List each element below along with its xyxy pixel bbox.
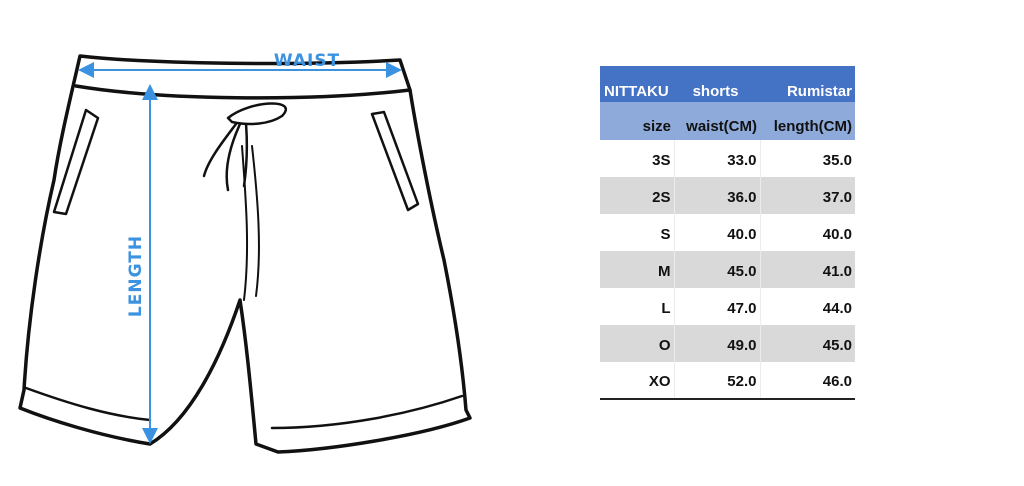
cell-waist: 40.0 [674, 214, 761, 251]
table-row: L 47.0 44.0 [600, 288, 855, 325]
cell-size: 3S [600, 140, 675, 177]
table-brand-row: NITTAKU shorts Rumistar [600, 66, 855, 102]
cell-length: 35.0 [822, 152, 852, 169]
cell-waist: 52.0 [674, 362, 761, 400]
table-row: 3S 33.0 35.0 [600, 140, 855, 177]
cell-length: 40.0 [822, 226, 852, 243]
header-length: length(CM) [760, 102, 855, 140]
cell-length: 44.0 [822, 300, 852, 317]
cell-waist: 49.0 [674, 325, 761, 362]
cell-size: XO [600, 362, 675, 400]
table-row: S 40.0 40.0 [600, 214, 855, 251]
header-size: size [600, 102, 674, 140]
table-row: O 49.0 45.0 [600, 325, 855, 362]
header-waist: waist(CM) [674, 102, 760, 140]
cell-length: 41.0 [760, 251, 855, 288]
cell-length: 46.0 [760, 362, 855, 400]
cell-size: S [600, 214, 675, 251]
cell-waist: 47.0 [674, 288, 761, 325]
cell-size: 2S [600, 177, 675, 214]
shorts-drawing [18, 54, 472, 454]
table-row: XO 52.0 46.0 [600, 362, 855, 400]
cell-waist: 36.0 [674, 177, 761, 214]
size-chart-table: NITTAKU shorts Rumistar size waist(CM) l… [600, 66, 855, 400]
cell-waist: 45.0 [674, 251, 761, 288]
cell-size: L [600, 288, 675, 325]
waist-label: WAIST [274, 51, 340, 71]
cell-waist: 33.0 [674, 140, 761, 177]
shorts-measurement-diagram: WAIST LENGTH [18, 51, 472, 454]
table-row: 2S 36.0 37.0 [600, 177, 855, 214]
brand-name-secondary: Rumistar [760, 66, 855, 102]
table-row: M 45.0 41.0 [600, 251, 855, 288]
cell-length: 37.0 [760, 177, 855, 214]
cell-size: M [600, 251, 675, 288]
product-name: shorts [674, 66, 760, 102]
brand-name: NITTAKU [600, 66, 674, 102]
cell-size: O [600, 325, 675, 362]
cell-length: 45.0 [760, 325, 855, 362]
length-label: LENGTH [126, 235, 146, 317]
table-header-row: size waist(CM) length(CM) [600, 102, 855, 140]
